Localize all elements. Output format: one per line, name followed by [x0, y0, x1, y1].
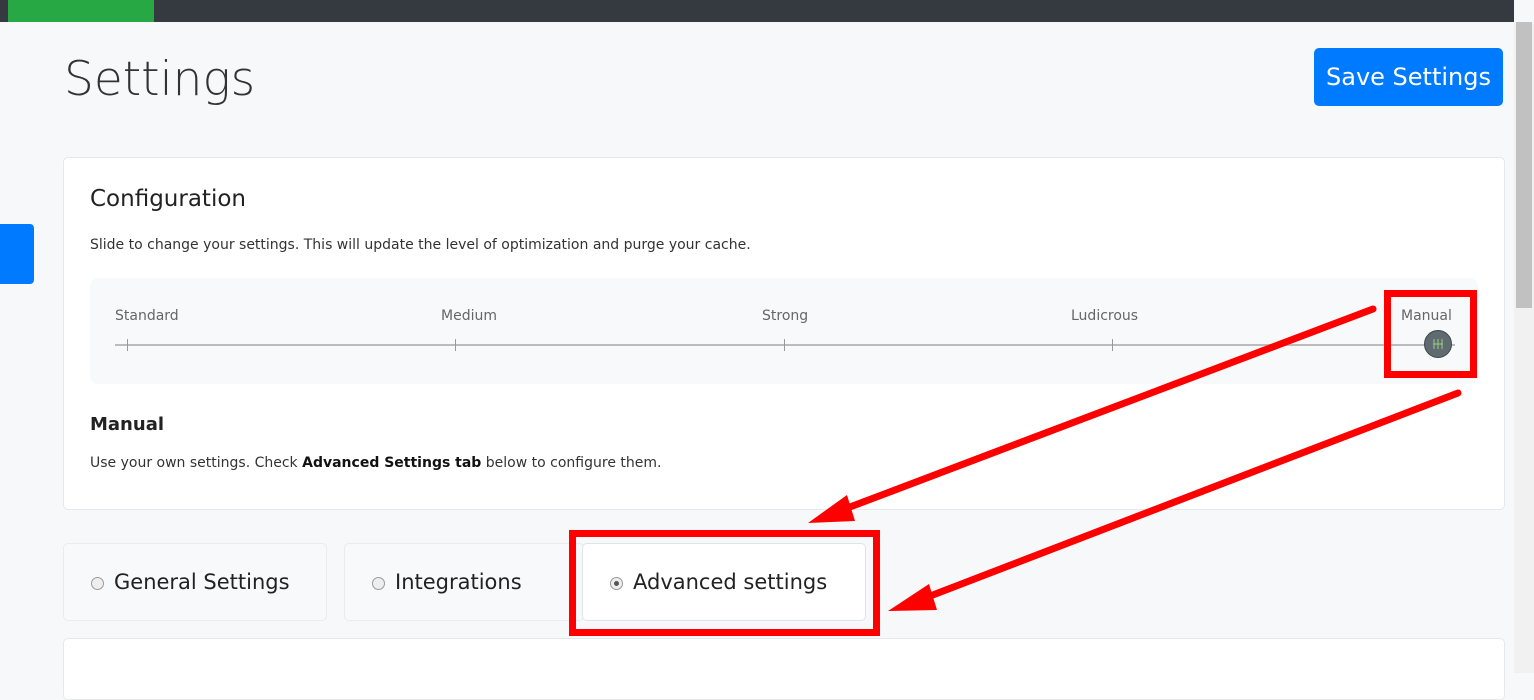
level-label-standard[interactable]: Standard	[115, 308, 179, 324]
mode-description: Use your own settings. Check Advanced Se…	[90, 455, 662, 471]
tab-general-settings[interactable]: General Settings	[63, 543, 327, 621]
navbar-active-item[interactable]	[8, 0, 154, 22]
tab-label: General Settings	[114, 570, 290, 594]
page-title: Settings	[64, 52, 256, 107]
tab-label: Advanced settings	[633, 570, 828, 594]
tab-radio[interactable]	[372, 577, 385, 590]
side-feedback-tab[interactable]	[0, 224, 34, 284]
tab-content-card	[63, 638, 1505, 700]
advanced-settings-tab-reference: Advanced Settings tab	[302, 455, 482, 471]
top-navbar	[0, 0, 1514, 22]
slider-track[interactable]	[115, 344, 1455, 346]
scrollbar-thumb[interactable]	[1516, 22, 1532, 308]
tab-radio[interactable]	[91, 577, 104, 590]
configuration-description: Slide to change your settings. This will…	[90, 237, 751, 253]
tab-label: Integrations	[395, 570, 522, 594]
grip-icon	[1433, 339, 1443, 349]
optimization-level-slider[interactable]: Standard Medium Strong Ludicrous Manual	[90, 278, 1478, 384]
slider-handle[interactable]	[1424, 330, 1452, 358]
slider-tick	[1112, 339, 1113, 351]
level-label-strong[interactable]: Strong	[762, 308, 808, 324]
level-label-medium[interactable]: Medium	[441, 308, 497, 324]
slider-tick	[127, 339, 128, 351]
mode-title: Manual	[90, 414, 165, 435]
level-label-ludicrous[interactable]: Ludicrous	[1071, 308, 1138, 324]
configuration-title: Configuration	[90, 186, 246, 212]
slider-tick	[455, 339, 456, 351]
slider-tick	[784, 339, 785, 351]
tab-radio[interactable]	[610, 577, 623, 590]
annotation-arrowhead	[888, 584, 937, 611]
tab-integrations[interactable]: Integrations	[344, 543, 584, 621]
level-label-manual[interactable]: Manual	[1401, 308, 1452, 324]
save-settings-button[interactable]: Save Settings	[1314, 48, 1503, 106]
configuration-card: Configuration Slide to change your setti…	[63, 157, 1505, 510]
tab-advanced-settings[interactable]: Advanced settings	[582, 543, 866, 621]
